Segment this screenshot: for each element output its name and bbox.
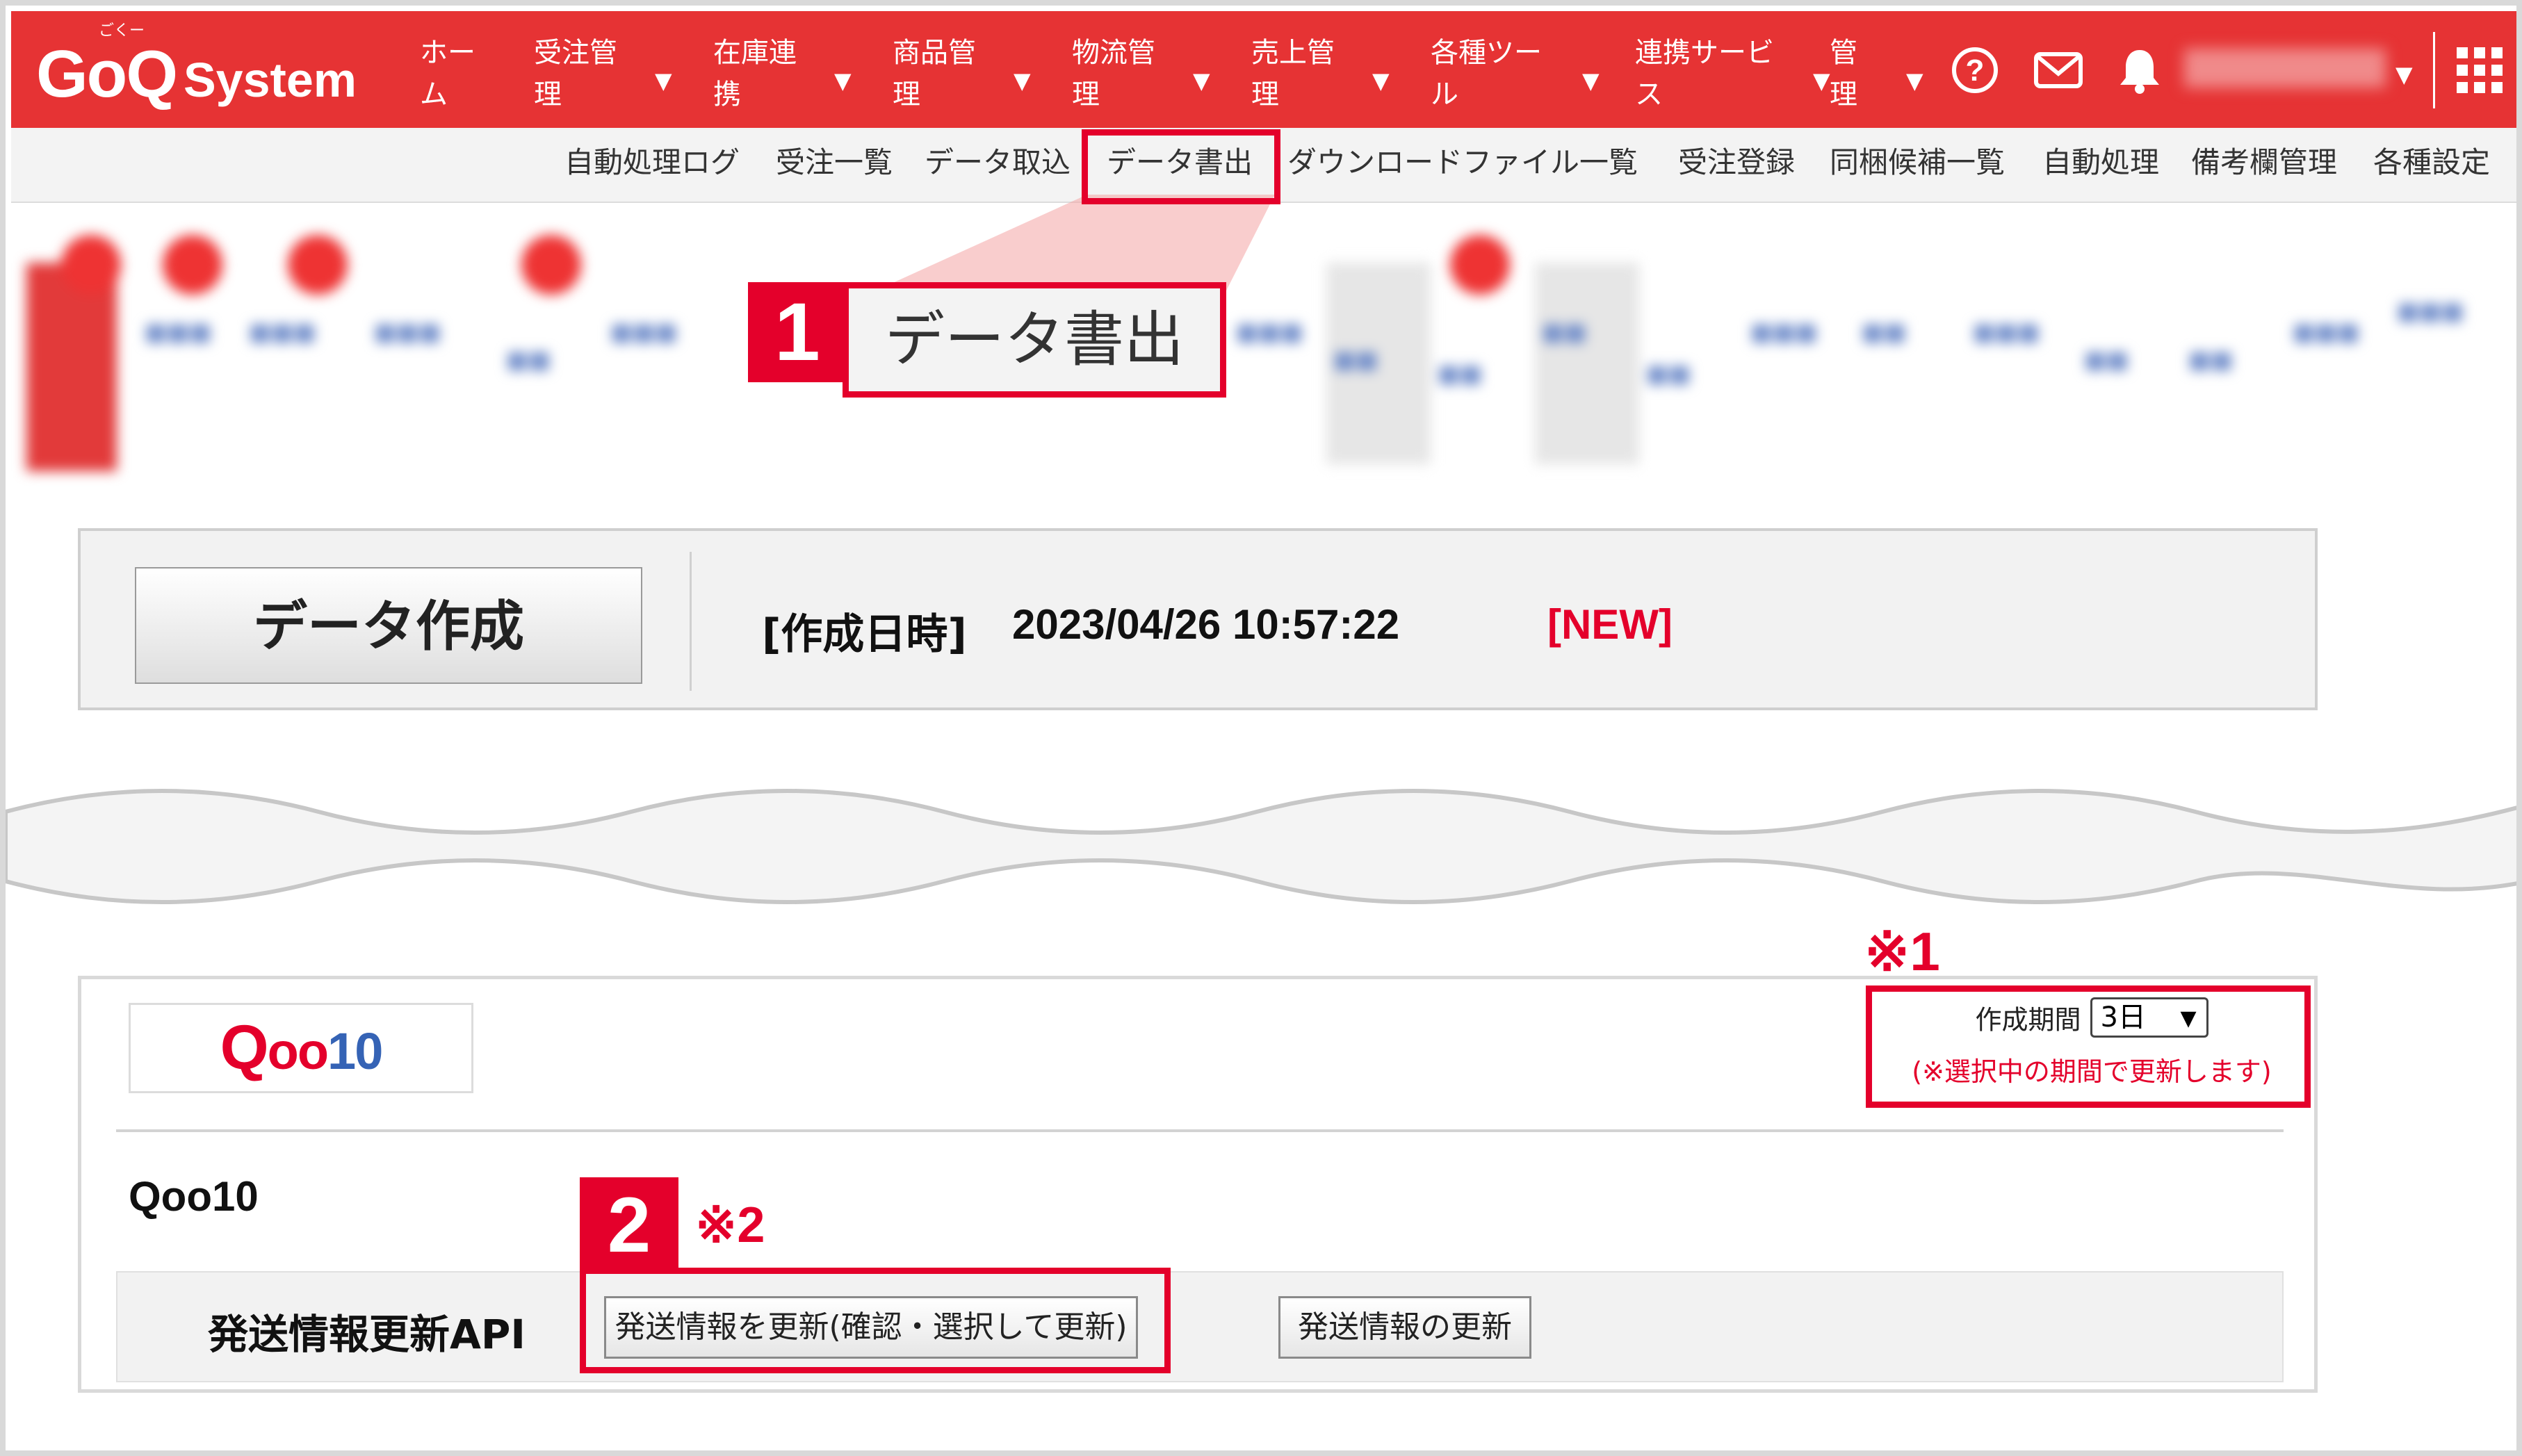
chevron-down-icon: ▼ [1582, 67, 1600, 94]
nav-order-management[interactable]: 受注管理 ▼ [534, 32, 672, 115]
qoo10-separator [116, 1129, 2284, 1132]
help-icon[interactable]: ? [1951, 46, 1999, 102]
nav-logistics-management[interactable]: 物流管理 ▼ [1072, 32, 1210, 115]
goq-system-logo[interactable]: ごくー GoQ System [36, 22, 357, 113]
qoo10-logo: Qoo10 [220, 1013, 384, 1083]
qoo10-logo-box: Qoo10 [129, 1003, 473, 1093]
step-1-badge: 1 [748, 282, 847, 382]
note-1-marker: ※1 [1864, 921, 1940, 982]
subnav-settings[interactable]: 各種設定 [2373, 142, 2490, 183]
subnav-download-files[interactable]: ダウンロードファイル一覧 [1287, 142, 1638, 183]
blurred-label: ■■ [2188, 346, 2234, 374]
nav-linked-services[interactable]: 連携サービス ▼ [1635, 32, 1830, 115]
chevron-down-icon: ▼ [655, 67, 672, 94]
blurred-label: ■■■ [249, 318, 316, 346]
blurred-label: ■■ [506, 346, 551, 374]
step-2-badge: 2 [580, 1177, 678, 1273]
bell-icon[interactable] [2117, 46, 2162, 102]
chevron-down-icon: ▼ [834, 67, 852, 94]
subnav-auto-process-log[interactable]: 自動処理ログ [564, 142, 740, 183]
chevron-down-icon: ▼ [1372, 67, 1390, 94]
subnav-bundle-candidates[interactable]: 同梱候補一覧 [1830, 142, 2005, 183]
chevron-down-icon: ▼ [1193, 67, 1210, 94]
blurred-label: ■■ [1542, 318, 1587, 346]
blurred-card [26, 263, 117, 471]
subnav-auto-process[interactable]: 自動処理 [2042, 142, 2159, 183]
chevron-down-icon: ▼ [1014, 67, 1031, 94]
app-window: ごくー GoQ System ホーム 受注管理 ▼ 在庫連携 ▼ 商品管理 ▼ 物… [0, 0, 2522, 1456]
subnav-data-import[interactable]: データ取込 [925, 142, 1071, 183]
blurred-badge [288, 235, 348, 295]
logo-sub: System [183, 53, 357, 107]
qoo10-shop-name: Qoo10 [129, 1173, 259, 1220]
subnav-order-list[interactable]: 受注一覧 [776, 142, 893, 183]
blurred-label: ■■■ [2293, 318, 2360, 346]
nav-inventory-link[interactable]: 在庫連携 ▼ [713, 32, 852, 115]
blurred-label: ■■■ [1973, 318, 2040, 346]
account-name-blurred[interactable] [2184, 49, 2386, 88]
nav-product-management[interactable]: 商品管理 ▼ [893, 32, 1031, 115]
highlight-update-shipping-confirm-button [580, 1268, 1171, 1373]
blurred-label: ■■ [1862, 318, 1907, 346]
svg-text:?: ? [1966, 54, 1985, 88]
nav-sales-management[interactable]: 売上管理 ▼ [1251, 32, 1390, 115]
blurred-label: ■■ [1333, 346, 1378, 374]
blurred-label: ■■■ [1750, 318, 1818, 346]
step-1-label: データ書出 [885, 305, 1184, 375]
blurred-badge [1450, 235, 1510, 295]
highlight-period-control [1866, 985, 2311, 1108]
new-badge: [NEW] [1547, 601, 1673, 648]
subnav-remarks-management[interactable]: 備考欄管理 [2191, 142, 2337, 183]
blurred-label: ■■ [2084, 346, 2129, 374]
content-omission-wave [6, 789, 2516, 904]
function-icon-row-blurred: ■■■ ■■■ ■■■ ■■ ■■■ ■■■ ■■ ■■ ■■ ■■ ■■■ ■… [26, 235, 2515, 478]
panel-divider [690, 552, 692, 691]
blurred-card [1535, 263, 1639, 464]
top-navbar: ごくー GoQ System ホーム 受注管理 ▼ 在庫連携 ▼ 商品管理 ▼ 物… [11, 11, 2516, 128]
blurred-label: ■■■ [145, 318, 212, 346]
blurred-label: ■■ [1646, 360, 1691, 388]
created-at-value: 2023/04/26 10:57:22 [1012, 601, 1400, 648]
highlight-subnav-data-export [1082, 129, 1280, 204]
update-shipping-button[interactable]: 発送情報の更新 [1278, 1296, 1531, 1359]
logo-ruby: ごくー [99, 22, 145, 40]
chevron-down-icon: ▼ [2395, 61, 2413, 88]
created-at-label: [作成日時] [762, 610, 967, 659]
chevron-down-icon: ▼ [1906, 67, 1923, 94]
nav-admin[interactable]: 管理 ▼ [1830, 32, 1923, 115]
blurred-badge [61, 235, 121, 295]
nav-home[interactable]: ホーム [420, 32, 482, 115]
shipping-api-row: 発送情報更新API 発送情報を更新(確認・選択して更新) 発送情報の更新 [116, 1271, 2284, 1382]
create-data-button[interactable]: データ作成 [135, 567, 642, 684]
blurred-badge [521, 235, 581, 295]
data-create-panel: データ作成 [作成日時] 2023/04/26 10:57:22 [NEW] [78, 528, 2318, 710]
logo-main: GoQ [36, 37, 178, 111]
apps-grid-icon[interactable] [2457, 47, 2503, 101]
nav-divider [2433, 32, 2435, 108]
blurred-label: ■■■ [2397, 297, 2464, 325]
blurred-label: ■■ [1438, 360, 1483, 388]
subnav-order-register[interactable]: 受注登録 [1678, 142, 1795, 183]
blurred-label: ■■■ [1236, 318, 1303, 346]
note-2-marker: ※2 [695, 1197, 765, 1253]
blurred-label: ■■■ [610, 318, 678, 346]
nav-tools[interactable]: 各種ツール ▼ [1431, 32, 1600, 115]
chevron-down-icon: ▼ [1813, 67, 1830, 94]
blurred-label: ■■■ [374, 318, 441, 346]
shipping-api-label: 発送情報更新API [208, 1311, 526, 1358]
blurred-badge [163, 235, 222, 295]
step-1-callout-box: データ書出 [843, 282, 1226, 398]
mail-icon[interactable] [2033, 46, 2084, 102]
